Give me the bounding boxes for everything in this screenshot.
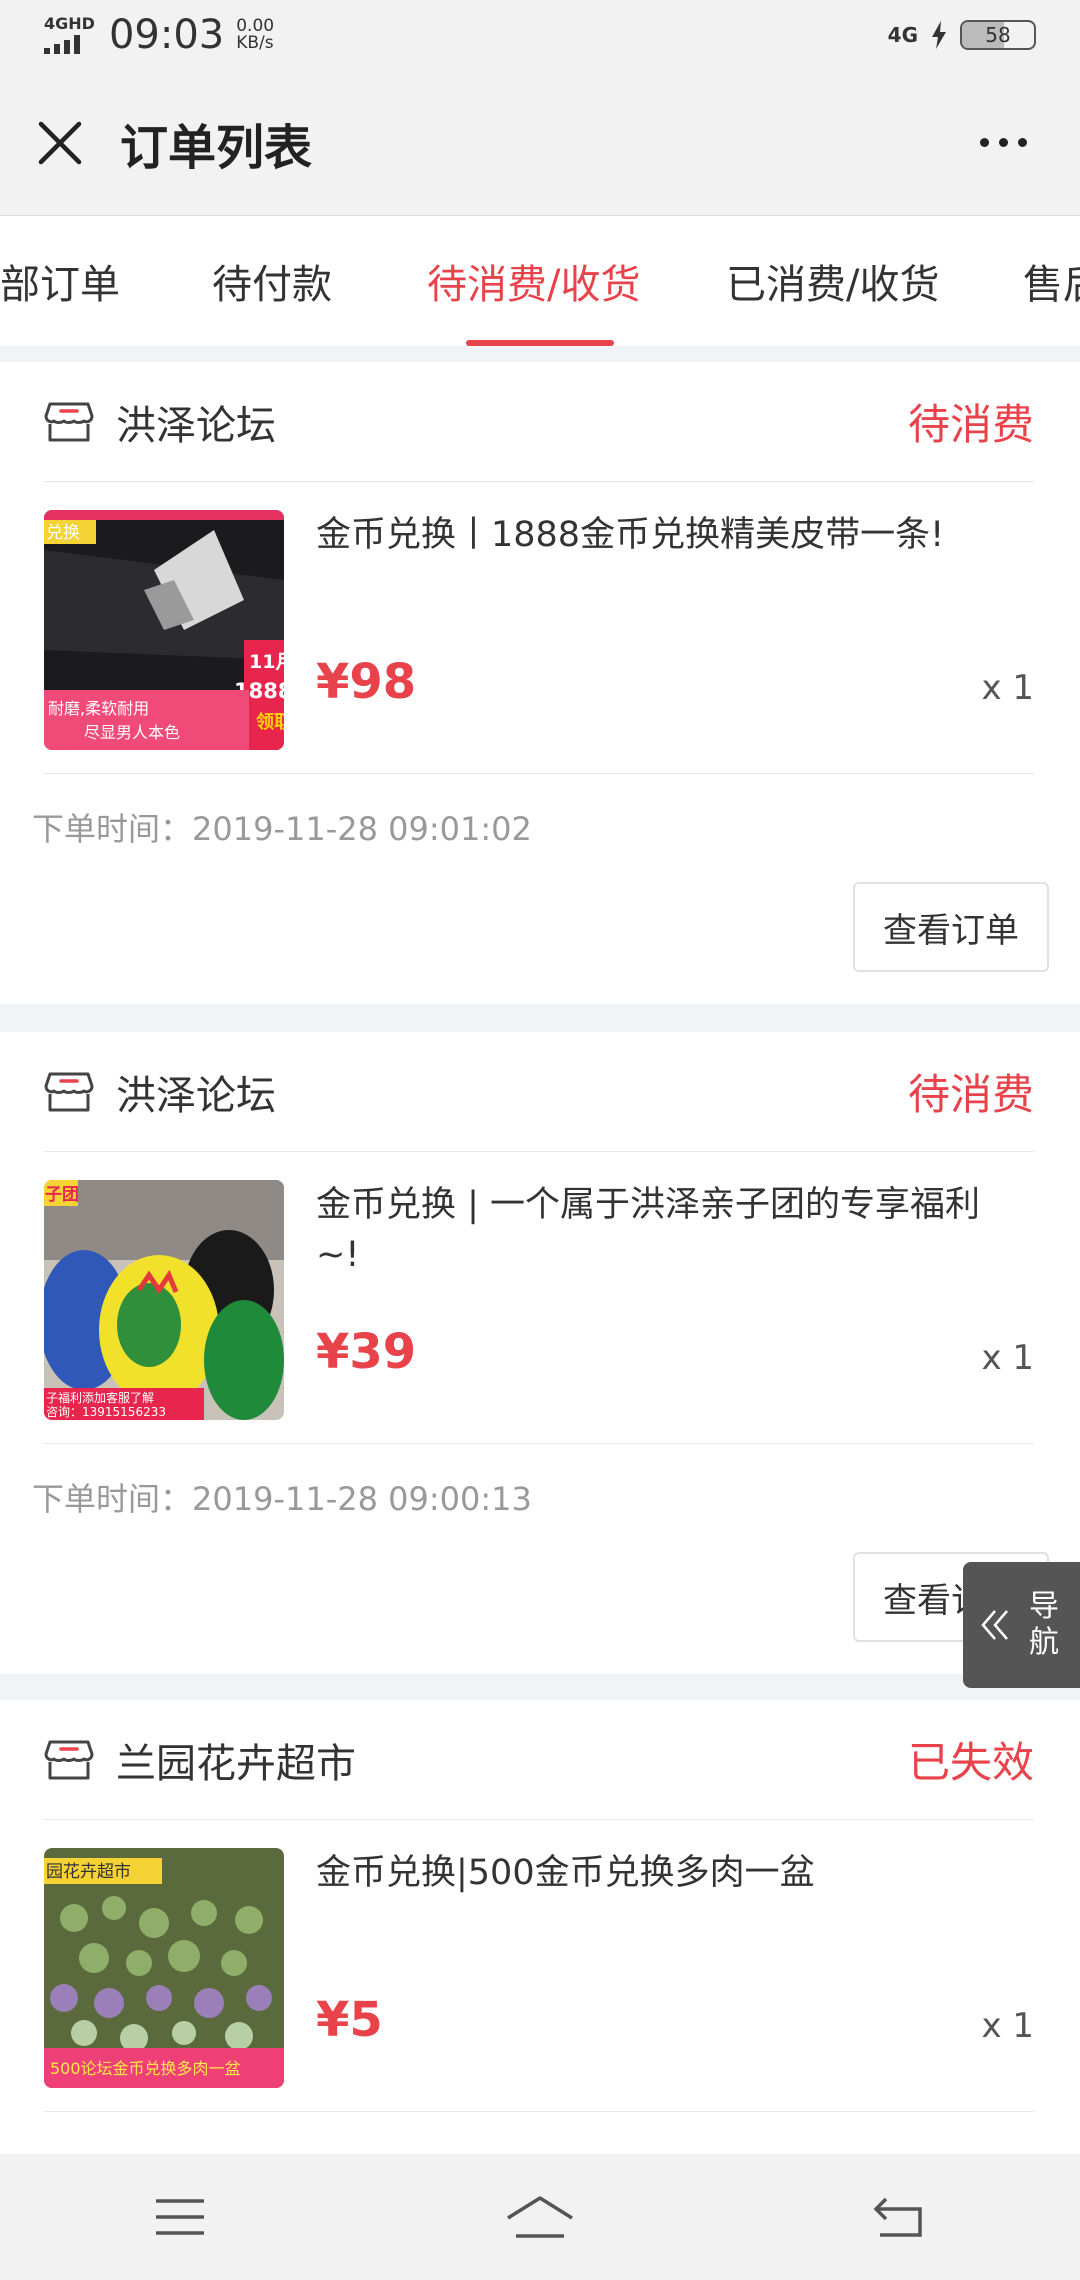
svg-text:园花卉超市: 园花卉超市 (46, 1862, 131, 1882)
page-title: 订单列表 (120, 119, 313, 176)
product-price: ¥39 (316, 1324, 417, 1380)
svg-text:尽显男人本色: 尽显男人本色 (84, 723, 180, 742)
order-status: 待消费 (907, 400, 1034, 449)
menu-button[interactable] (130, 2177, 230, 2257)
shop-icon (44, 402, 94, 441)
status-time: 09:03 (108, 12, 225, 58)
svg-text:500论坛金币兑换多肉一盆: 500论坛金币兑换多肉一盆 (50, 2059, 241, 2078)
product-price: ¥98 (316, 654, 417, 710)
tab-consumed[interactable]: 已消费/收货 (726, 216, 939, 346)
tab-after-sales[interactable]: 售后 (1023, 216, 1080, 346)
home-button[interactable] (490, 2177, 590, 2257)
charging-icon (932, 21, 946, 49)
order-card: 兰园花卉超市 已失效 园花卉超市 500论坛金币兑换多肉一盆 金币兑换|500金… (0, 1700, 1080, 2154)
product-thumbnail: 子团 子福利添加客服了解 咨询：13915156233 (44, 1180, 284, 1420)
order-status: 已失效 (907, 1738, 1034, 1787)
network-speed-unit: KB/s (236, 33, 274, 53)
product-title: 金币兑换 | 一个属于洪泽亲子团的专享福利~! (316, 1185, 981, 1275)
floating-nav-button[interactable]: 导航 (963, 1562, 1080, 1688)
signal-icon (44, 34, 95, 54)
more-button[interactable] (968, 113, 1038, 173)
shop-name: 兰园花卉超市 (116, 1740, 356, 1787)
svg-text:11月2: 11月2 (249, 651, 284, 673)
order-card: 洪泽论坛 待消费 子团 子福利添加客服了解 咨询：13915156233 金币兑… (0, 1032, 1080, 1674)
network-type: 4G (887, 23, 918, 47)
back-icon (873, 2197, 922, 2237)
close-icon (38, 121, 82, 164)
view-order-button[interactable]: 查看订单 (853, 882, 1049, 972)
svg-text:子团: 子团 (45, 1185, 79, 1205)
product-thumbnail: 园花卉超市 500论坛金币兑换多肉一盆 (44, 1848, 284, 2088)
tab-all-orders[interactable]: 部订单 (0, 216, 120, 346)
tab-pending-payment[interactable]: 待付款 (212, 216, 332, 346)
product-quantity: x 1 (981, 1338, 1034, 1378)
shop-name: 洪泽论坛 (116, 1072, 276, 1119)
product-row[interactable]: 兑换 11月2 1888 领取 耐磨,柔软耐用 尽显男人本色 金币兑换丨1888… (44, 482, 1034, 774)
shop-header[interactable]: 兰园花卉超市 已失效 (44, 1700, 1034, 1820)
shop-header[interactable]: 洪泽论坛 待消费 (44, 1032, 1034, 1152)
svg-text:耐磨,柔软耐用: 耐磨,柔软耐用 (48, 699, 149, 718)
product-quantity: x 1 (981, 2006, 1034, 2046)
order-status-tabs: 部订单 待付款 待消费/收货 已消费/收货 售后 (0, 216, 1080, 346)
product-row[interactable]: 园花卉超市 500论坛金币兑换多肉一盆 金币兑换|500金币兑换多肉一盆 ¥5 … (44, 1820, 1034, 2112)
order-status: 待消费 (907, 1070, 1034, 1119)
back-button[interactable] (850, 2177, 950, 2257)
product-row[interactable]: 子团 子福利添加客服了解 咨询：13915156233 金币兑换 | 一个属于洪… (44, 1152, 1034, 1444)
signal-indicator: 4GHD (44, 16, 95, 54)
double-chevron-left-icon (981, 1610, 1008, 1640)
network-tag: 4GHD (44, 14, 95, 33)
network-speed: 0.00 KB/s (236, 18, 274, 52)
system-nav-bar (0, 2154, 1080, 2280)
status-bar: 4GHD 09:03 0.00 KB/s 4G 58 (0, 0, 1080, 70)
product-price: ¥5 (316, 1992, 383, 2048)
product-thumbnail: 兑换 11月2 1888 领取 耐磨,柔软耐用 尽显男人本色 (44, 510, 284, 750)
home-icon (507, 2196, 573, 2238)
floating-nav-label: 导航 (1029, 1589, 1059, 1660)
shop-icon (44, 1072, 94, 1111)
shop-header[interactable]: 洪泽论坛 待消费 (44, 362, 1034, 482)
svg-text:咨询：13915156233: 咨询：13915156233 (46, 1404, 166, 1419)
menu-icon (156, 2199, 204, 2235)
shop-icon (44, 1740, 94, 1779)
order-time: 下单时间：2019-11-28 09:01:02 (32, 810, 532, 848)
tab-pending-consumption[interactable]: 待消费/收货 (427, 216, 640, 346)
svg-text:子福利添加客服了解: 子福利添加客服了解 (46, 1390, 154, 1405)
product-quantity: x 1 (981, 668, 1034, 708)
order-time: 下单时间：2019-11-28 09:00:13 (32, 1480, 532, 1518)
battery-level: 58 (985, 23, 1011, 47)
order-card: 洪泽论坛 待消费 兑换 11月2 1888 领取 耐磨,柔软耐用 尽显男人本色 … (0, 362, 1080, 1004)
shop-name: 洪泽论坛 (116, 402, 276, 449)
product-title: 金币兑换丨1888金币兑换精美皮带一条! (316, 515, 945, 555)
svg-text:兑换: 兑换 (46, 523, 80, 543)
battery-icon: 58 (960, 20, 1036, 50)
title-bar: 订单列表 (0, 70, 1080, 216)
close-button[interactable] (30, 113, 90, 173)
active-tab-indicator (466, 340, 614, 346)
svg-text:领取: 领取 (256, 711, 284, 733)
product-title: 金币兑换|500金币兑换多肉一盆 (316, 1853, 815, 1893)
more-dots-icon (979, 138, 989, 147)
